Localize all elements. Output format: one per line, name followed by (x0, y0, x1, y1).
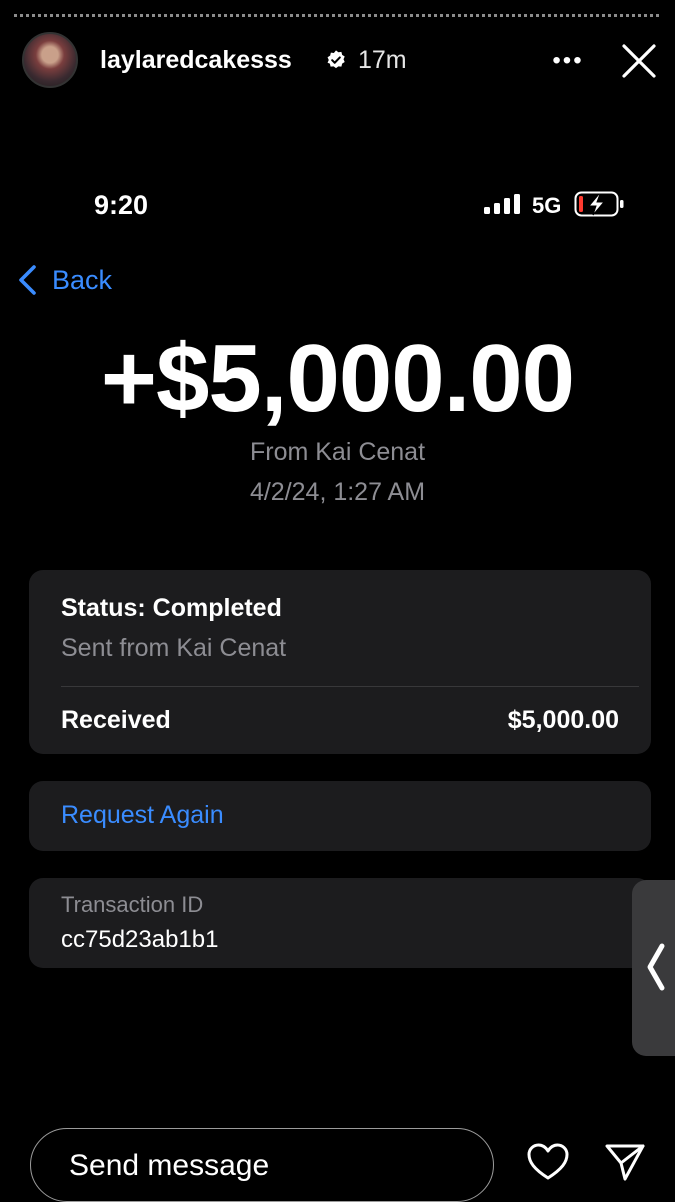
send-message-placeholder: Send message (69, 1149, 270, 1182)
received-amount: $5,000.00 (507, 706, 619, 734)
side-panel-handle[interactable] (632, 880, 675, 1056)
divider (61, 686, 639, 687)
transaction-id-value[interactable]: cc75d23ab1b1 (61, 926, 218, 954)
send-icon[interactable] (604, 1142, 646, 1182)
verified-badge-icon (327, 50, 345, 69)
more-options-button[interactable]: ••• (552, 44, 584, 78)
received-label: Received (61, 706, 171, 734)
chevron-left-icon (647, 943, 665, 991)
request-again-button[interactable]: Request Again (29, 781, 651, 851)
heart-icon[interactable] (526, 1142, 570, 1182)
avatar[interactable] (22, 32, 78, 88)
transaction-sender: From Kai Cenat (249, 438, 426, 466)
chevron-left-icon (19, 265, 36, 295)
request-again-label: Request Again (61, 801, 224, 829)
transaction-id-label: Transaction ID (61, 892, 204, 917)
battery-charging-icon (574, 191, 624, 217)
story-header: laylaredcakesss 17m ••• (0, 30, 675, 92)
payment-screen: 9:20 5G Back +$5,000.00 From Kai Cenat 4… (0, 160, 675, 1120)
status-bar-time: 9:20 (94, 190, 149, 220)
send-message-input[interactable]: Send message (30, 1128, 494, 1202)
cellular-signal-icon (484, 194, 520, 214)
back-label: Back (52, 264, 113, 295)
story-reply-bar: Send message (0, 1120, 675, 1202)
network-indicator: 5G (532, 193, 562, 218)
status-title: Status: Completed (61, 594, 282, 622)
transaction-date: 4/2/24, 1:27 AM (249, 478, 426, 506)
status-subtitle: Sent from Kai Cenat (61, 634, 287, 662)
status-card: Status: Completed Sent from Kai Cenat Re… (29, 570, 651, 754)
back-button[interactable]: Back (16, 262, 112, 298)
story-username[interactable]: laylaredcakesss (100, 46, 292, 75)
transaction-id-card: Transaction ID cc75d23ab1b1 (29, 878, 651, 968)
close-icon[interactable] (620, 42, 658, 80)
transaction-amount: +$5,000.00 (100, 325, 575, 432)
story-progress-bar (14, 14, 661, 17)
story-timestamp: 17m (358, 46, 407, 74)
